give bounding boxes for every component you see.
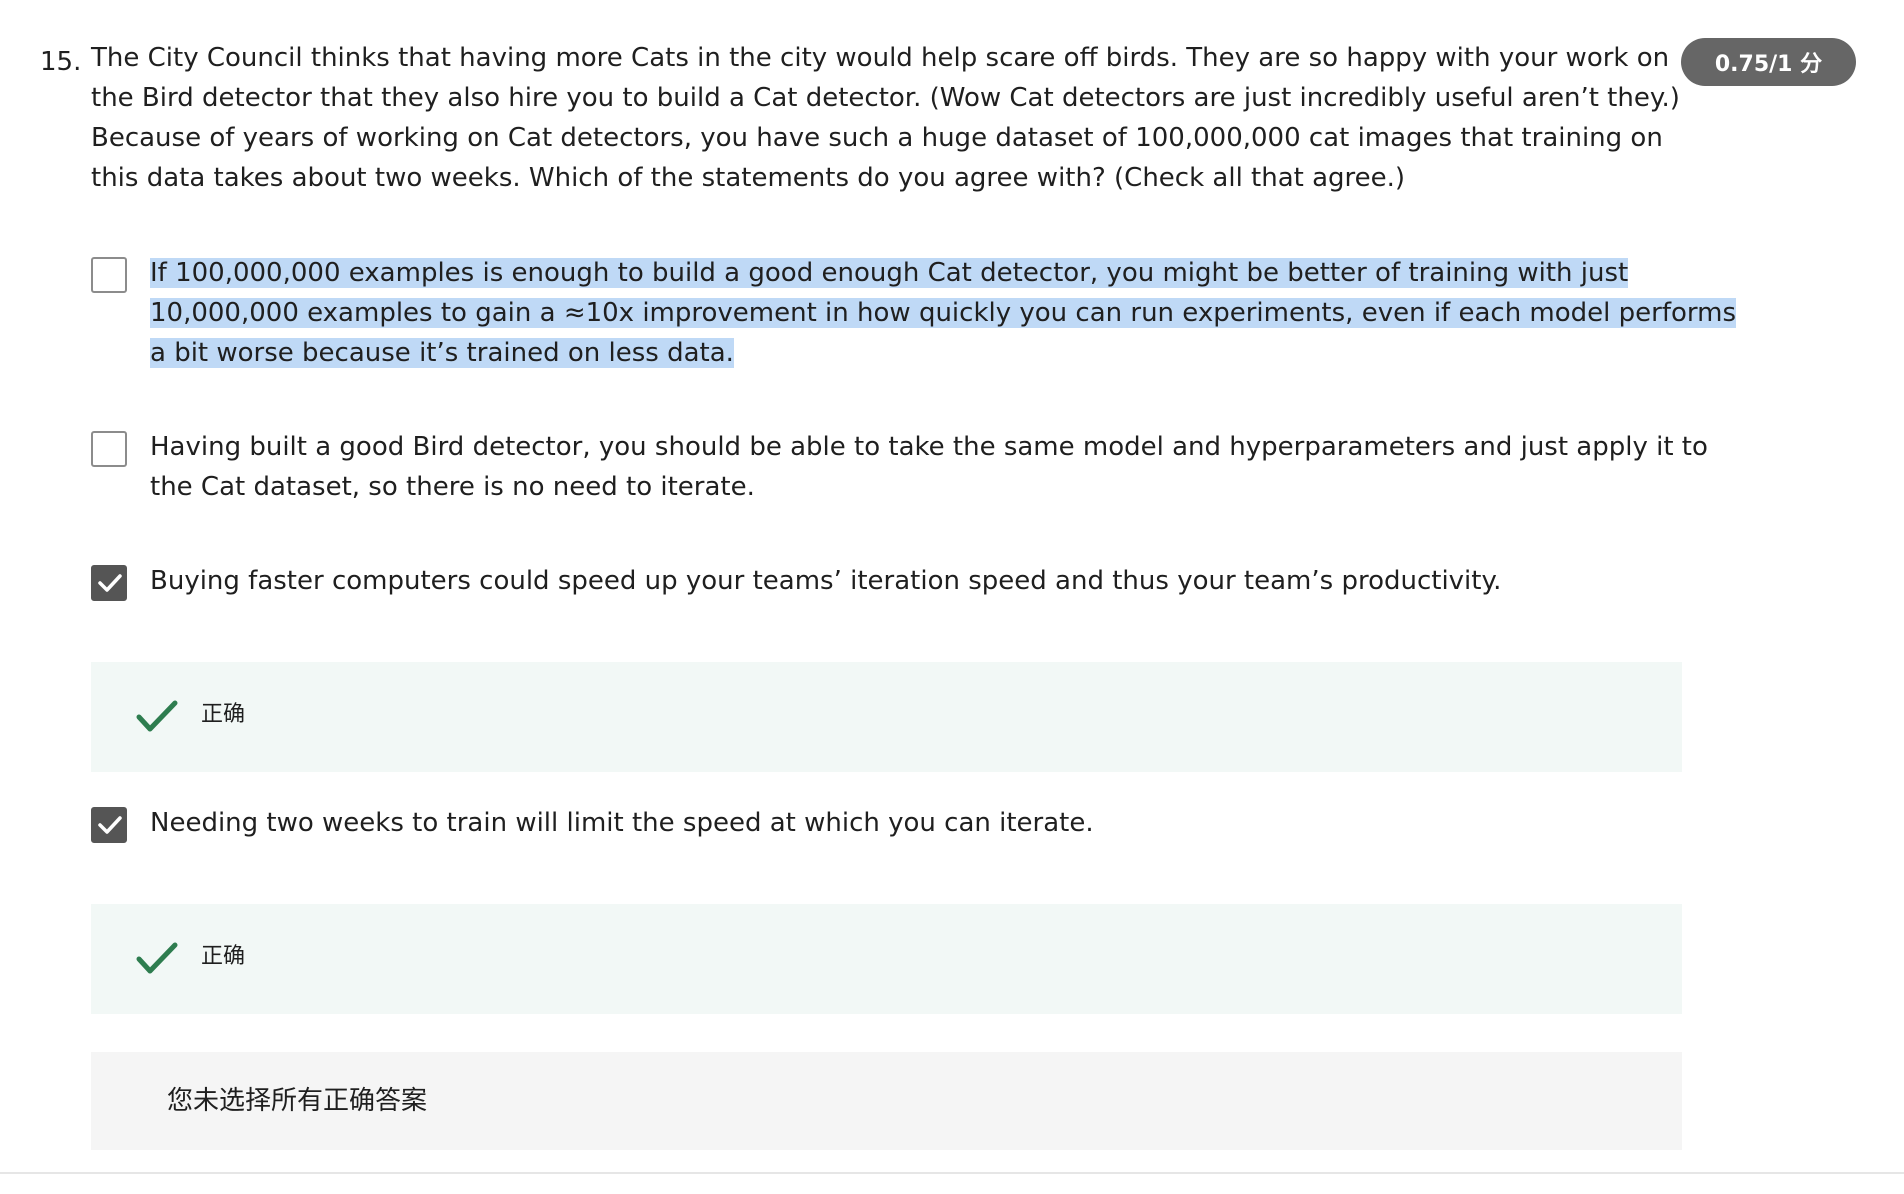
feedback-text: 正确 (201, 944, 246, 969)
answer-option[interactable]: Having built a good Bird detector, you s… (91, 427, 1708, 509)
question-text: The City Council thinks that having more… (91, 43, 1680, 193)
checkbox-unchecked[interactable] (91, 257, 127, 293)
checkbox-checked-icon[interactable] (91, 807, 127, 843)
answer-option-label: Needing two weeks to train will limit th… (150, 808, 1094, 838)
correct-feedback: 正确 (91, 662, 1682, 772)
check-mark-icon (98, 816, 122, 834)
result-summary: 您未选择所有正确答案 (91, 1052, 1682, 1150)
quiz-question: 15. The City Council thinks that having … (0, 0, 1904, 1172)
answer-option[interactable]: If 100,000,000 examples is enough to bui… (91, 253, 1737, 375)
answer-option-label: If 100,000,000 examples is enough to bui… (150, 253, 1750, 373)
check-mark-icon (98, 574, 122, 592)
selected-text-highlight: If 100,000,000 examples is enough to bui… (150, 258, 1737, 368)
checkbox-unchecked[interactable] (91, 431, 127, 467)
answer-option-label: Buying faster computers could speed up y… (150, 566, 1502, 596)
checkbox-checked-icon[interactable] (91, 565, 127, 601)
answer-option-label: Having built a good Bird detector, you s… (150, 432, 1708, 502)
score-badge: 0.75/1 分 (1681, 38, 1856, 86)
correct-feedback: 正确 (91, 904, 1682, 1014)
checkmark-icon (136, 942, 178, 974)
summary-text: 您未选择所有正确答案 (167, 1086, 428, 1116)
divider (0, 1172, 1904, 1174)
answer-option[interactable]: Needing two weeks to train will limit th… (91, 803, 1681, 845)
checkmark-icon (136, 700, 178, 732)
answer-option[interactable]: Buying faster computers could speed up y… (91, 561, 1681, 603)
feedback-text: 正确 (201, 702, 246, 727)
question-number: 15. (40, 47, 82, 77)
